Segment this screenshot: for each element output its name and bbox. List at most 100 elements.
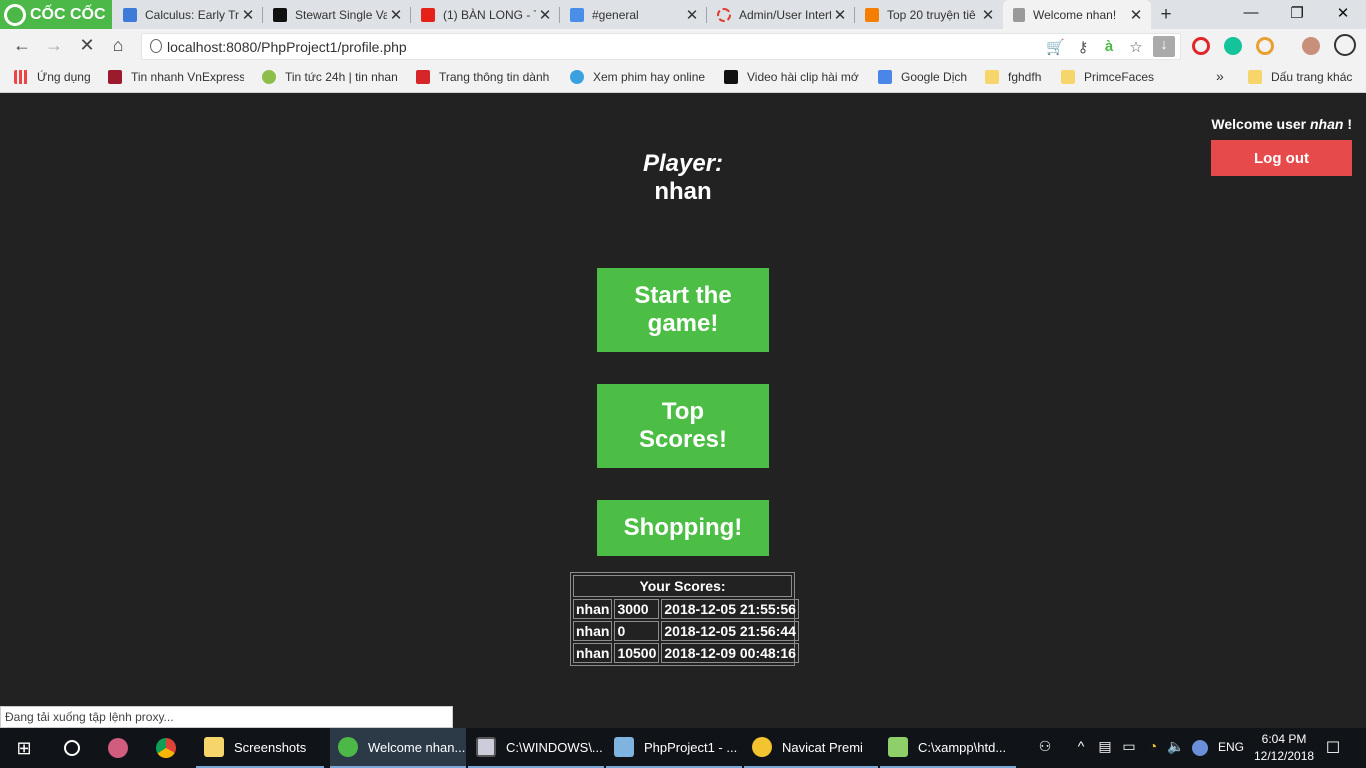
- score-value: 10500: [614, 643, 660, 663]
- gk-icon: [416, 70, 430, 84]
- coccoc-menu-button[interactable]: CỐC CỐC: [0, 0, 112, 29]
- address-bar[interactable]: localhost:8080/PhpProject1/profile.php 🛒…: [141, 33, 1181, 60]
- bookmark-other[interactable]: Dấu trang khác: [1248, 70, 1352, 84]
- welcome-text: Welcome user nhan !: [1211, 116, 1352, 132]
- battery-icon[interactable]: ▭: [1120, 738, 1138, 755]
- bookmark-label: Ứng dụng: [37, 70, 91, 84]
- taskbar-notepad[interactable]: C:\xampp\htd...: [880, 728, 1016, 768]
- taskbar-chrome[interactable]: [148, 728, 193, 768]
- window-close-button[interactable]: ✕: [1333, 4, 1353, 22]
- stop-icon[interactable]: ✕: [76, 35, 98, 56]
- tab-strip: CỐC CỐC Calculus: Early Tr ✕ Stewart Sin…: [0, 0, 1366, 29]
- avatar[interactable]: [1302, 37, 1320, 55]
- clock[interactable]: 6:04 PM 12/12/2018: [1254, 731, 1314, 765]
- bookmark-label: Video hài clip hài mớ: [747, 70, 859, 84]
- key-icon[interactable]: ⚷: [1074, 38, 1092, 56]
- tab-blogger[interactable]: Top 20 truyện tiê ✕: [855, 0, 1003, 29]
- bookmark-label: Tin tức 24h | tin nhan: [285, 70, 398, 84]
- menu-circle-icon[interactable]: [1334, 34, 1356, 56]
- bookmark-video[interactable]: Video hài clip hài mớ: [724, 70, 860, 84]
- close-icon[interactable]: ✕: [831, 6, 849, 24]
- close-icon[interactable]: ✕: [683, 6, 701, 24]
- score-user: nhan: [573, 643, 613, 663]
- bookmark-gk[interactable]: Trang thông tin dành: [416, 70, 552, 84]
- bookmark-label: Xem phim hay online: [593, 70, 706, 84]
- tab-title: Admin/User Interf: [739, 7, 831, 22]
- shopping-button[interactable]: Shopping!: [597, 500, 769, 556]
- tab-title: Calculus: Early Tr: [145, 7, 239, 22]
- score-date: 2018-12-09 00:48:16: [661, 643, 799, 663]
- grammarly-icon[interactable]: [1224, 37, 1242, 55]
- clock-time: 6:04 PM: [1261, 732, 1307, 746]
- start-game-button[interactable]: Start the game!: [597, 268, 769, 352]
- download-icon[interactable]: ↓: [1153, 36, 1175, 57]
- tab-stewart[interactable]: Stewart Single Va ✕: [263, 0, 411, 29]
- score-value: 3000: [614, 599, 660, 619]
- opera-icon[interactable]: [1192, 37, 1210, 55]
- tab-title: Stewart Single Va: [295, 7, 387, 22]
- language-indicator[interactable]: ENG: [1217, 740, 1245, 754]
- notification-icon[interactable]: ☐: [1324, 738, 1342, 758]
- bookmarks-more-button[interactable]: »: [1216, 68, 1224, 84]
- home-icon[interactable]: ⌂: [107, 35, 129, 56]
- bookmark-vnexpress[interactable]: Tin nhanh VnExpress: [108, 70, 244, 84]
- close-icon[interactable]: ✕: [1127, 6, 1145, 24]
- windows-start-icon[interactable]: ⊞: [0, 728, 48, 768]
- keyboard-icon[interactable]: ▤: [1096, 738, 1114, 755]
- taskbar-paint[interactable]: [100, 728, 145, 768]
- globe-icon[interactable]: [1192, 740, 1208, 756]
- star-icon[interactable]: ☆: [1127, 38, 1145, 56]
- people-icon[interactable]: ⚇: [1036, 738, 1054, 755]
- tab-discord[interactable]: #general ✕: [560, 0, 707, 29]
- bookmark-movies[interactable]: Xem phim hay online: [570, 70, 706, 84]
- discord-icon: [570, 7, 584, 22]
- info-icon: [150, 39, 162, 53]
- tab-youtube[interactable]: (1) BÀN LONG - Tr ✕: [411, 0, 560, 29]
- volume-icon[interactable]: 🔈: [1167, 738, 1185, 755]
- page-icon: [1013, 7, 1025, 22]
- taskbar-coccoc[interactable]: Welcome nhan...: [330, 728, 466, 768]
- minimize-button[interactable]: —: [1241, 4, 1261, 21]
- tab-title: (1) BÀN LONG - Tr: [443, 7, 536, 22]
- tab-admin[interactable]: Admin/User Interf ✕: [707, 0, 855, 29]
- close-icon[interactable]: ✕: [239, 6, 257, 24]
- tab-calculus[interactable]: Calculus: Early Tr ✕: [113, 0, 263, 29]
- apps-grid-icon: [14, 70, 28, 84]
- bookmark-24h[interactable]: Tin tức 24h | tin nhan: [262, 70, 398, 84]
- score-user: nhan: [573, 621, 613, 641]
- taskbar-cmd[interactable]: C:\WINDOWS\...: [468, 728, 604, 768]
- scores-title: Your Scores:: [573, 575, 792, 597]
- bookmark-google-translate[interactable]: Google Dịch: [878, 70, 967, 84]
- page-content: Welcome user nhan ! Log out Player: nhan…: [0, 94, 1366, 728]
- bookmark-label: Google Dịch: [901, 70, 968, 84]
- bookmark-label: Dấu trang khác: [1271, 70, 1353, 84]
- close-icon[interactable]: ✕: [536, 6, 554, 24]
- logout-button[interactable]: Log out: [1211, 140, 1352, 176]
- close-icon[interactable]: ✕: [387, 6, 405, 24]
- input-method-icon[interactable]: à: [1100, 38, 1118, 55]
- bookmark-label: Tin nhanh VnExpress: [131, 70, 244, 84]
- close-icon[interactable]: ✕: [979, 6, 997, 24]
- maximize-button[interactable]: ❐: [1287, 4, 1307, 22]
- new-tab-button[interactable]: +: [1156, 4, 1176, 26]
- folder-icon: [1248, 70, 1262, 84]
- taskbar-navicat[interactable]: Navicat Premi: [744, 728, 878, 768]
- extension-icon[interactable]: [1256, 37, 1274, 55]
- cart-icon[interactable]: 🛒: [1046, 38, 1065, 56]
- bookmark-primcefaces[interactable]: PrimceFaces: [1061, 70, 1154, 84]
- back-arrow-icon[interactable]: ←: [11, 35, 33, 56]
- tab-title: Top 20 truyện tiê: [887, 7, 976, 22]
- bookmarks-bar: Ứng dụng Tin nhanh VnExpress Tin tức 24h…: [0, 63, 1366, 93]
- wifi-icon[interactable]: ◔: [1144, 738, 1162, 754]
- tab-welcome[interactable]: Welcome nhan! ✕: [1003, 0, 1151, 29]
- cmd-icon: [476, 737, 496, 757]
- taskbar-screenshots[interactable]: Screenshots: [196, 728, 324, 768]
- c-icon: [724, 70, 738, 84]
- taskbar-netbeans[interactable]: PhpProject1 - ...: [606, 728, 742, 768]
- chevron-up-icon[interactable]: ^: [1072, 738, 1090, 754]
- top-scores-button[interactable]: Top Scores!: [597, 384, 769, 468]
- bookmark-fghdfh[interactable]: fghdfh: [985, 70, 1041, 84]
- bookmark-apps[interactable]: Ứng dụng: [14, 70, 91, 84]
- forward-arrow-icon[interactable]: →: [43, 35, 65, 56]
- search-circle-icon[interactable]: [48, 728, 96, 768]
